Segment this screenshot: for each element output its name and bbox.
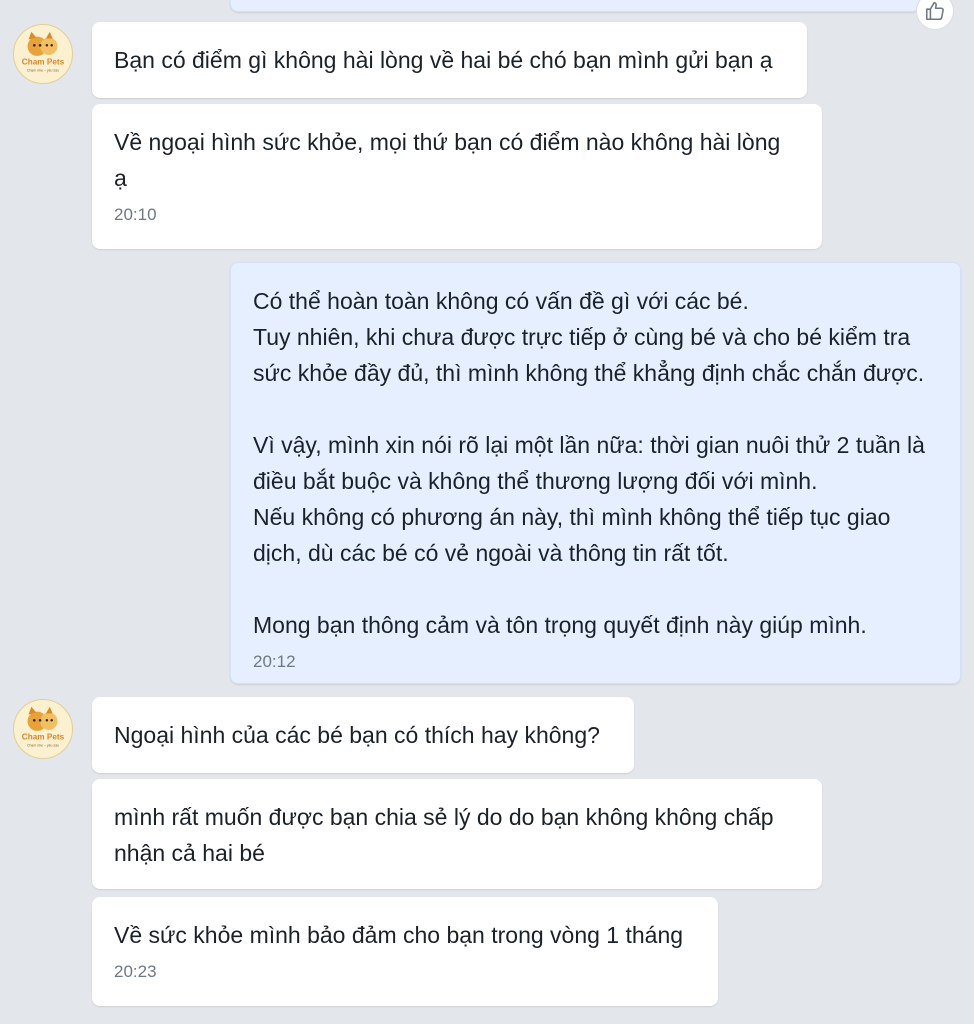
contact-avatar[interactable]: Cham Pets Chạm nhẹ – yêu sâu	[13, 24, 73, 84]
thumbs-up-icon	[925, 1, 944, 21]
like-reaction-button[interactable]	[916, 0, 954, 30]
message-text: Bạn có điểm gì không hài lòng về hai bé …	[114, 47, 773, 73]
incoming-message[interactable]: mình rất muốn được bạn chia sẻ lý do do …	[92, 779, 822, 889]
outgoing-message[interactable]: Có thể hoàn toàn không có vấn đề gì với …	[230, 262, 961, 684]
message-text: Về sức khỏe mình bảo đảm cho bạn trong v…	[114, 922, 684, 948]
message-text: Có thể hoàn toàn không có vấn đề gì với …	[253, 288, 925, 638]
message-text: Ngoại hình của các bé bạn có thích hay k…	[114, 722, 600, 748]
avatar-brand-text: Cham Pets	[22, 58, 65, 67]
incoming-message[interactable]: Bạn có điểm gì không hài lòng về hai bé …	[92, 22, 807, 98]
message-timestamp: 20:10	[114, 205, 157, 224]
previous-outgoing-bubble	[230, 0, 920, 12]
avatar-brand-text: Cham Pets	[22, 733, 65, 742]
incoming-message[interactable]: Ngoại hình của các bé bạn có thích hay k…	[92, 697, 634, 773]
message-text: Về ngoại hình sức khỏe, mọi thứ bạn có đ…	[114, 129, 781, 191]
message-text: mình rất muốn được bạn chia sẻ lý do do …	[114, 804, 774, 866]
avatar-tagline: Chạm nhẹ – yêu sâu	[27, 743, 59, 747]
contact-avatar[interactable]: Cham Pets Chạm nhẹ – yêu sâu	[13, 699, 73, 759]
message-timestamp: 20:23	[114, 962, 157, 981]
incoming-message[interactable]: Về ngoại hình sức khỏe, mọi thứ bạn có đ…	[92, 104, 822, 249]
incoming-message[interactable]: Về sức khỏe mình bảo đảm cho bạn trong v…	[92, 897, 718, 1006]
message-timestamp: 20:12	[253, 652, 296, 671]
avatar-tagline: Chạm nhẹ – yêu sâu	[27, 68, 59, 72]
